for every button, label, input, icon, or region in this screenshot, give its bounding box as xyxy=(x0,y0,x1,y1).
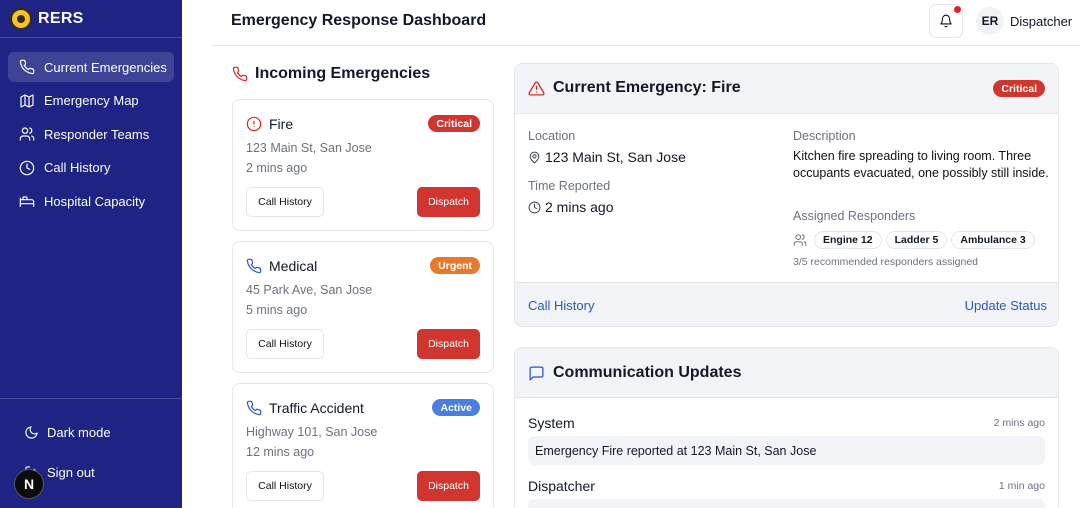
time-reported-text: 2 mins ago xyxy=(545,199,614,215)
message-square-icon xyxy=(529,365,544,381)
emergency-card-traffic-accident[interactable]: Traffic Accident Active Highway 101, San… xyxy=(232,383,494,508)
phone-icon xyxy=(232,66,248,82)
sidebar-item-responder-teams[interactable]: Responder Teams xyxy=(8,119,174,149)
emergency-card-header: Fire xyxy=(246,116,293,132)
current-emergency-header: Current Emergency: Fire Critical xyxy=(515,64,1058,114)
user-name[interactable]: Dispatcher xyxy=(1010,14,1072,29)
brand-name: RERS xyxy=(38,9,84,27)
sidebar: RERS Current Emergencies Emergency Map R… xyxy=(0,0,182,508)
communication-updates-panel: Communication Updates System 2 mins ago … xyxy=(514,347,1059,508)
current-emergency-footer: Call History Update Status xyxy=(515,282,1058,326)
message-body xyxy=(528,499,1045,508)
sidebar-item-label: Emergency Map xyxy=(44,93,139,108)
current-emergency-title: Current Emergency: Fire xyxy=(528,79,741,97)
users-icon xyxy=(18,125,36,143)
clock-icon xyxy=(528,201,541,213)
responder-chip[interactable]: Engine 12 xyxy=(814,231,882,249)
call-history-button[interactable]: Call History xyxy=(246,187,324,217)
dispatch-button[interactable]: Dispatch xyxy=(417,471,480,501)
emergency-type: Medical xyxy=(269,258,318,274)
sidebar-item-hospital-capacity[interactable]: Hospital Capacity xyxy=(8,186,174,216)
time-reported-value: 2 mins ago xyxy=(528,199,613,215)
emergency-location: Highway 101, San Jose xyxy=(246,425,378,439)
responder-chip[interactable]: Ladder 5 xyxy=(885,231,948,249)
sidebar-item-label: Hospital Capacity xyxy=(44,193,146,209)
avatar[interactable]: ER xyxy=(976,7,1004,35)
location-value: 123 Main St, San Jose xyxy=(528,149,686,165)
current-emergency-title-text: Current Emergency: Fire xyxy=(553,79,741,96)
message-body: Emergency Fire reported at 123 Main St, … xyxy=(528,436,1045,465)
communication-updates-title: Communication Updates xyxy=(528,364,741,382)
communication-updates-header: Communication Updates xyxy=(515,348,1058,398)
status-badge: Critical xyxy=(428,115,480,132)
message-sender: Dispatcher xyxy=(528,478,595,494)
emergency-location: 123 Main St, San Jose xyxy=(246,141,372,155)
message-time: 1 min ago xyxy=(998,480,1045,492)
location-label: Location xyxy=(528,129,576,143)
sidebar-item-emergency-map[interactable]: Emergency Map xyxy=(8,86,174,116)
communication-updates-title-text: Communication Updates xyxy=(553,364,742,381)
call-history-link[interactable]: Call History xyxy=(528,298,594,313)
status-badge: Critical xyxy=(993,80,1045,97)
emergency-location: 45 Park Ave, San Jose xyxy=(246,283,373,297)
message-sender: System xyxy=(528,415,575,431)
warning-triangle-icon xyxy=(528,80,545,96)
moon-icon xyxy=(25,425,38,439)
notifications-button[interactable] xyxy=(929,4,963,38)
bell-icon xyxy=(940,14,952,28)
responders-note: 3/5 recommended responders assigned xyxy=(793,256,979,268)
emergency-time: 2 mins ago xyxy=(246,161,308,175)
description-label: Description xyxy=(793,129,856,143)
emergency-card-header: Traffic Accident xyxy=(246,400,364,416)
map-icon xyxy=(18,92,36,110)
phone-icon xyxy=(246,400,262,416)
alert-circle-icon xyxy=(246,116,262,132)
emergency-card-header: Medical xyxy=(246,258,317,274)
status-badge: Active xyxy=(432,399,480,416)
location-text: 123 Main St, San Jose xyxy=(545,149,686,165)
map-pin-icon xyxy=(529,151,540,163)
sidebar-item-label: Responder Teams xyxy=(44,126,150,142)
responder-chip[interactable]: Ambulance 3 xyxy=(951,231,1035,249)
sidebar-item-current-emergencies[interactable]: Current Emergencies xyxy=(8,52,174,82)
responder-chips: Engine 12 Ladder 5 Ambulance 3 xyxy=(793,231,1039,249)
status-badge: Urgent xyxy=(430,257,480,274)
call-history-button[interactable]: Call History xyxy=(246,329,324,359)
incoming-emergencies-title: Incoming Emergencies xyxy=(232,65,430,83)
emergency-card-medical[interactable]: Medical Urgent 45 Park Ave, San Jose 5 m… xyxy=(232,241,494,373)
emergency-time: 12 mins ago xyxy=(246,445,315,459)
page-title: Emergency Response Dashboard xyxy=(231,12,487,29)
section-title-text: Incoming Emergencies xyxy=(255,65,431,82)
clock-icon xyxy=(18,159,36,177)
users-icon xyxy=(793,234,807,246)
top-header: Emergency Response Dashboard ER Dispatch… xyxy=(212,0,1080,46)
brand[interactable]: RERS xyxy=(0,0,182,38)
update-status-link[interactable]: Update Status xyxy=(965,298,1047,313)
emergency-card-fire[interactable]: Fire Critical 123 Main St, San Jose 2 mi… xyxy=(232,99,494,231)
sidebar-item-call-history[interactable]: Call History xyxy=(8,153,174,183)
description-text: Kitchen fire spreading to living room. T… xyxy=(793,149,1049,180)
message-time: 2 mins ago xyxy=(993,417,1045,429)
dev-badge[interactable]: N xyxy=(14,469,44,499)
brand-logo xyxy=(10,7,32,30)
emergency-type: Traffic Accident xyxy=(269,400,364,416)
dark-mode-toggle[interactable]: Dark mode xyxy=(8,417,174,447)
notification-dot xyxy=(954,6,961,13)
phone-icon xyxy=(18,58,36,76)
sidebar-item-label: Call History xyxy=(44,160,111,175)
phone-icon xyxy=(246,258,262,274)
sidebar-nav: Current Emergencies Emergency Map Respon… xyxy=(0,38,182,216)
dark-mode-label: Dark mode xyxy=(47,424,111,440)
dispatch-button[interactable]: Dispatch xyxy=(417,329,480,359)
sidebar-item-label: Current Emergencies xyxy=(44,59,167,75)
bed-icon xyxy=(18,192,36,210)
assigned-responders-label: Assigned Responders xyxy=(793,209,916,223)
dispatch-button[interactable]: Dispatch xyxy=(417,187,480,217)
sign-out-label: Sign out xyxy=(47,464,95,480)
emergency-type: Fire xyxy=(269,116,294,132)
emergency-time: 5 mins ago xyxy=(246,303,308,317)
current-emergency-panel: Current Emergency: Fire Critical Locatio… xyxy=(514,63,1059,327)
call-history-button[interactable]: Call History xyxy=(246,471,324,501)
time-reported-label: Time Reported xyxy=(528,179,611,193)
